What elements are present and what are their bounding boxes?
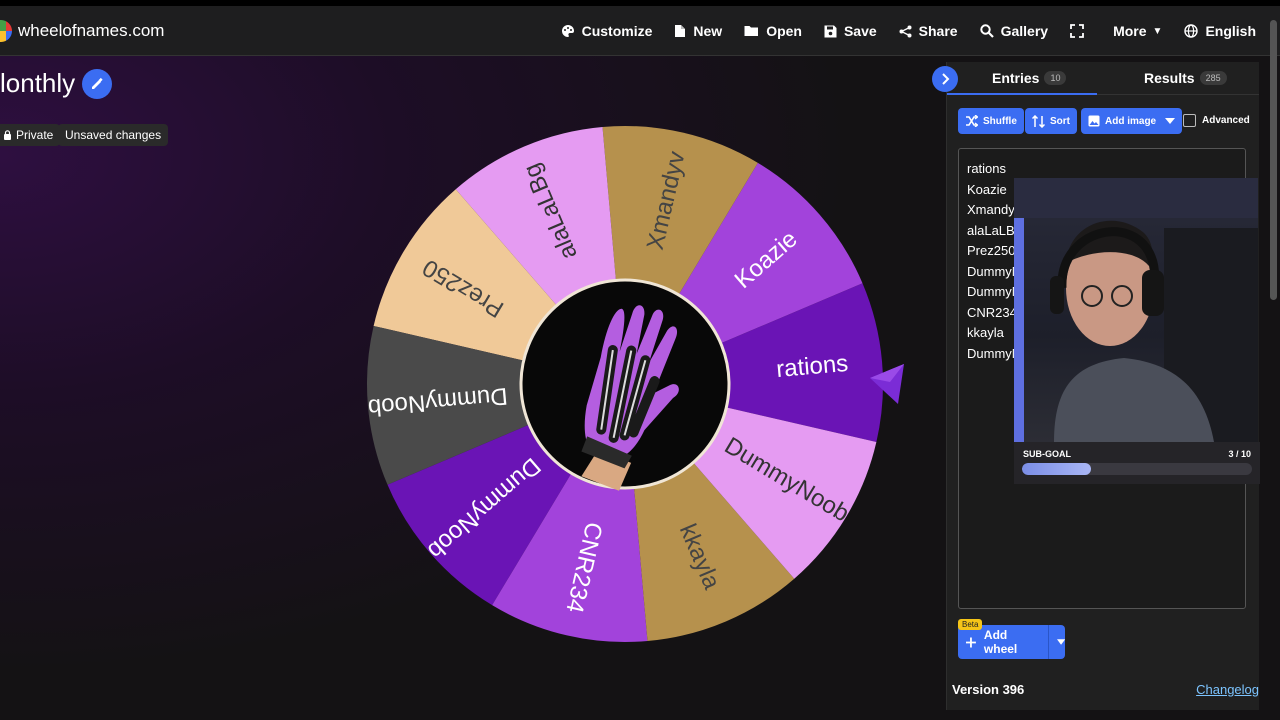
share-icon: [899, 25, 912, 38]
shuffle-label: Shuffle: [983, 115, 1017, 127]
entry-line[interactable]: rations: [967, 159, 1237, 180]
shuffle-button[interactable]: Shuffle: [958, 108, 1024, 134]
page-scrollbar[interactable]: [1270, 20, 1277, 300]
folder-icon: [744, 25, 759, 37]
tab-entries[interactable]: Entries 10: [992, 70, 1067, 86]
tab-entries-label: Entries: [992, 70, 1040, 86]
chevron-down-icon: [1165, 118, 1176, 124]
brand-name: wheelofnames.com: [18, 21, 165, 40]
add-wheel-label: Add wheel: [983, 628, 1018, 656]
private-label: Private: [16, 128, 54, 142]
add-wheel-button[interactable]: Add wheel: [958, 625, 1065, 659]
pencil-icon: [92, 77, 103, 89]
results-count-badge: 285: [1199, 71, 1227, 85]
globe-icon: [1184, 24, 1199, 38]
unsaved-changes-badge: Unsaved changes: [58, 124, 169, 146]
wheel-logo-icon: [0, 20, 12, 42]
collapse-panel-button[interactable]: [932, 66, 958, 92]
fullscreen-icon: [1070, 24, 1084, 38]
add-wheel-dropdown-icon[interactable]: [1056, 639, 1065, 645]
changelog-link[interactable]: Changelog: [1196, 682, 1259, 697]
chevron-down-icon: ▼: [1152, 25, 1163, 37]
nav-gallery-button[interactable]: Gallery: [979, 23, 1049, 39]
version-label: Version 396: [952, 682, 1025, 697]
nav-open-label: Open: [766, 23, 802, 39]
streamer-image: [1014, 178, 1258, 442]
subgoal-widget: SUB-GOAL 3 / 10: [1014, 442, 1260, 484]
nav-fullscreen-button[interactable]: [1070, 24, 1091, 38]
nav-more-label: More: [1113, 23, 1147, 39]
plus-icon: [966, 637, 976, 647]
tab-results-label: Results: [1144, 70, 1195, 86]
main-nav: Customize New Open Save Share Gallery More ▼ Eng…: [539, 16, 1256, 46]
chevron-right-icon: [942, 73, 950, 85]
unsaved-label: Unsaved changes: [65, 128, 162, 142]
active-tab-indicator: [947, 93, 1097, 95]
floppy-icon: [824, 25, 837, 38]
subgoal-count: 3 / 10: [1228, 449, 1251, 459]
nav-new-button[interactable]: New: [674, 23, 722, 39]
nav-save-button[interactable]: Save: [824, 23, 877, 39]
nav-customize-button[interactable]: Customize: [561, 23, 653, 39]
nav-gallery-label: Gallery: [1000, 23, 1049, 39]
search-icon: [979, 24, 994, 38]
webcam-overlay: [1014, 178, 1258, 442]
nav-save-label: Save: [843, 23, 877, 39]
private-badge[interactable]: Private: [0, 124, 61, 146]
add-image-button[interactable]: Add image: [1081, 108, 1183, 134]
advanced-checkbox[interactable]: [1183, 114, 1196, 127]
subgoal-label: SUB-GOAL: [1023, 449, 1071, 459]
subgoal-progress-fill: [1022, 463, 1091, 475]
wheel-title[interactable]: lonthly: [0, 68, 75, 99]
nav-share-label: Share: [918, 23, 958, 39]
subgoal-progress-track: [1022, 463, 1252, 475]
entries-count-badge: 10: [1044, 71, 1067, 85]
palette-icon: [561, 24, 575, 38]
nav-customize-label: Customize: [581, 23, 653, 39]
sort-icon: [1032, 114, 1045, 128]
lock-icon: [4, 130, 11, 140]
sort-button[interactable]: Sort: [1025, 108, 1077, 134]
name-wheel[interactable]: rationsKoazieXmandyvalaLaLBgPrez250Dummy…: [360, 84, 890, 684]
nav-more-button[interactable]: More ▼: [1113, 23, 1162, 39]
top-navbar: wheelofnames.com Customize New Open Save Sha…: [0, 0, 1280, 56]
beta-badge: Beta: [958, 619, 983, 630]
wheel-pointer-icon: [870, 364, 904, 404]
sort-label: Sort: [1050, 115, 1070, 127]
tab-results[interactable]: Results 285: [1144, 70, 1227, 86]
file-icon: [674, 24, 686, 38]
button-divider: [1047, 625, 1049, 659]
nav-language-label: English: [1205, 23, 1256, 39]
nav-open-button[interactable]: Open: [744, 23, 802, 39]
brand[interactable]: wheelofnames.com: [0, 16, 164, 46]
image-icon: [1088, 115, 1100, 127]
shuffle-icon: [966, 115, 978, 127]
nav-new-label: New: [693, 23, 723, 39]
add-image-label: Add image: [1105, 115, 1157, 127]
edit-title-button[interactable]: [82, 69, 112, 99]
advanced-toggle[interactable]: Advanced: [1183, 114, 1250, 127]
nav-share-button[interactable]: Share: [899, 23, 958, 39]
advanced-label: Advanced: [1202, 115, 1250, 126]
nav-language-button[interactable]: English: [1184, 23, 1256, 39]
